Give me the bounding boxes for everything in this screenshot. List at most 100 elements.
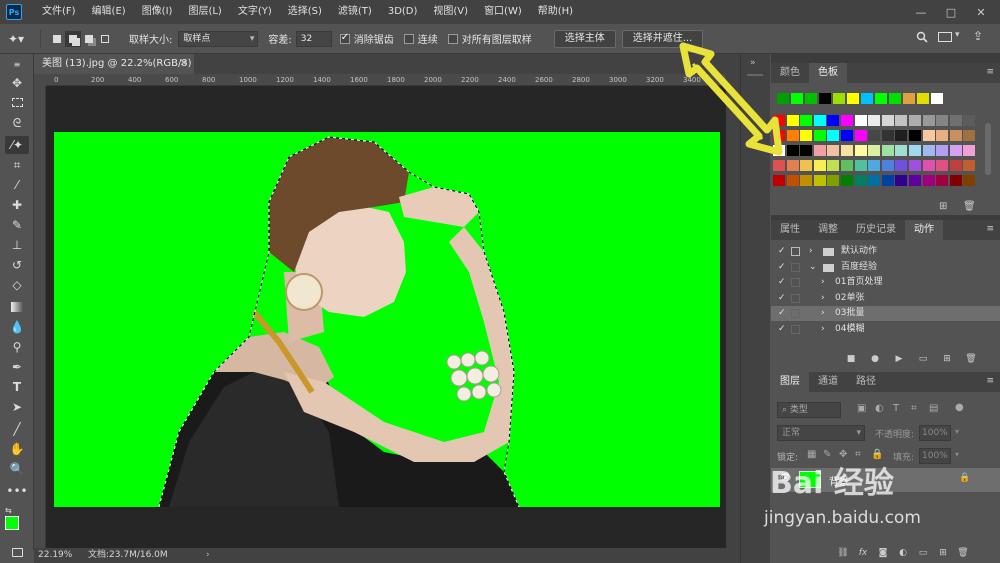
menu-help[interactable]: 帮助(H) <box>530 0 581 24</box>
color-swatch[interactable] <box>868 130 881 141</box>
status-menu-chevron-icon[interactable]: › <box>206 548 210 563</box>
menu-filter[interactable]: 滤镜(T) <box>330 0 380 24</box>
line-tool-icon[interactable]: ╱ <box>5 420 29 438</box>
color-swatch[interactable] <box>909 145 921 156</box>
dialog-toggle-icon[interactable] <box>791 324 800 334</box>
delete-action-icon[interactable]: 🗑 <box>965 354 977 364</box>
color-swatch[interactable] <box>963 115 976 126</box>
recent-swatch[interactable] <box>833 93 845 104</box>
color-swatch[interactable] <box>841 115 853 126</box>
filter-adjustment-icon[interactable]: ◐ <box>875 403 884 414</box>
color-swatch[interactable] <box>854 115 867 126</box>
color-swatch[interactable] <box>773 160 785 171</box>
contiguous-checkbox[interactable] <box>403 33 414 44</box>
close-button[interactable]: ✕ <box>966 6 996 19</box>
dialog-toggle-icon[interactable] <box>791 278 800 287</box>
intersect-selection-icon[interactable] <box>97 31 113 47</box>
record-icon[interactable]: ● <box>869 354 881 364</box>
color-swatch[interactable] <box>963 145 976 156</box>
tab-layers[interactable]: 图层 <box>771 372 809 392</box>
menu-view[interactable]: 视图(V) <box>425 0 476 24</box>
color-swatch[interactable] <box>949 115 962 126</box>
opacity-input[interactable]: 100% <box>919 425 951 441</box>
recent-swatch[interactable] <box>931 93 943 104</box>
color-swatch[interactable] <box>949 160 962 171</box>
restore-button[interactable]: □ <box>936 6 966 19</box>
color-swatch[interactable] <box>895 130 908 141</box>
blur-tool-icon[interactable]: 💧 <box>5 318 29 336</box>
recent-swatch[interactable] <box>861 93 873 104</box>
color-swatch[interactable] <box>909 175 921 186</box>
color-swatch[interactable] <box>800 145 813 156</box>
color-swatch[interactable] <box>854 145 867 156</box>
color-swatch[interactable] <box>841 175 853 186</box>
document-image[interactable] <box>54 132 720 507</box>
tab-swatches[interactable]: 色板 <box>809 63 847 83</box>
document-close-icon[interactable]: ✕ <box>180 54 188 74</box>
color-swatch[interactable] <box>922 175 935 186</box>
ruler-origin[interactable] <box>34 74 46 86</box>
menu-layer[interactable]: 图层(L) <box>180 0 229 24</box>
gradient-tool-icon[interactable] <box>5 298 29 316</box>
color-swatch[interactable] <box>881 160 894 171</box>
color-swatch[interactable] <box>922 115 935 126</box>
dialog-toggle-icon[interactable] <box>791 309 800 318</box>
color-swatch[interactable] <box>854 130 867 141</box>
antialias-checkbox[interactable] <box>339 32 350 44</box>
color-swatch[interactable] <box>881 145 894 156</box>
menu-select[interactable]: 选择(S) <box>280 0 330 24</box>
color-swatch[interactable] <box>800 160 813 171</box>
new-action-icon[interactable]: ⊞ <box>941 354 953 364</box>
delete-layer-icon[interactable]: 🗑 <box>957 548 969 558</box>
color-swatch[interactable] <box>827 160 840 171</box>
color-swatch[interactable] <box>922 130 935 141</box>
color-swatch[interactable] <box>800 115 813 126</box>
layer-style-icon[interactable]: fx <box>857 548 869 558</box>
action-row[interactable]: ✓ › 默认动作 <box>771 244 1000 259</box>
sample-size-select[interactable]: 取样点 <box>178 30 259 47</box>
share-icon[interactable]: ⇪ <box>973 29 983 43</box>
color-swatch[interactable] <box>813 175 826 186</box>
filter-type-icon[interactable]: T <box>893 403 899 414</box>
color-swatch[interactable] <box>881 175 894 186</box>
collapsed-chevron-icon[interactable]: › <box>821 322 825 337</box>
eraser-tool-icon[interactable]: ◇ <box>5 276 29 294</box>
color-swatch[interactable] <box>963 175 976 186</box>
color-swatch[interactable] <box>936 130 949 141</box>
brush-tool-icon[interactable]: ✎ <box>5 216 29 234</box>
menu-image[interactable]: 图像(I) <box>134 0 181 24</box>
collapsed-chevron-icon[interactable]: › <box>821 275 825 290</box>
swatches-panel-menu-icon[interactable]: ≡ <box>986 67 994 77</box>
color-swatch[interactable] <box>949 130 962 141</box>
color-swatch[interactable] <box>895 160 908 171</box>
new-set-icon[interactable]: ▭ <box>917 354 929 364</box>
color-swatch[interactable] <box>841 145 853 156</box>
color-swatch[interactable] <box>936 115 949 126</box>
link-layers-icon[interactable]: ⛓ <box>837 548 849 558</box>
layers-panel-menu-icon[interactable]: ≡ <box>986 376 994 386</box>
recent-swatch[interactable] <box>805 93 817 104</box>
dodge-tool-icon[interactable]: ⚲ <box>5 338 29 356</box>
color-swatch[interactable] <box>881 115 894 126</box>
action-row[interactable]: ✓ › 03批量 <box>771 306 1000 321</box>
color-swatch[interactable] <box>936 175 949 186</box>
expanded-chevron-icon[interactable]: ⌄ <box>809 260 817 275</box>
magic-wand-preset-icon[interactable]: ✦▾ <box>8 32 32 46</box>
recent-swatch[interactable] <box>903 93 915 104</box>
filter-toggle-icon[interactable]: ● <box>955 402 964 413</box>
clone-stamp-tool-icon[interactable]: ⊥ <box>5 236 29 254</box>
recent-swatch[interactable] <box>819 93 831 104</box>
layer-filter-select[interactable]: ⌕ 类型 <box>777 402 841 418</box>
select-subject-button[interactable]: 选择主体 <box>553 29 616 48</box>
history-brush-tool-icon[interactable]: ↺ <box>5 256 29 274</box>
dialog-toggle-icon[interactable] <box>791 293 800 303</box>
tab-paths[interactable]: 路径 <box>847 372 885 392</box>
workspace-chevron-icon[interactable]: ▾ <box>955 30 960 40</box>
tab-channels[interactable]: 通道 <box>809 372 847 392</box>
filter-smart-icon[interactable]: ▤ <box>929 403 938 414</box>
color-swatch[interactable] <box>909 130 921 141</box>
tolerance-input[interactable]: 32 <box>295 30 332 47</box>
menu-3d[interactable]: 3D(D) <box>380 0 426 24</box>
tab-actions[interactable]: 动作 <box>905 220 943 240</box>
magic-wand-tool-icon[interactable]: ⁄✦ <box>5 136 29 154</box>
